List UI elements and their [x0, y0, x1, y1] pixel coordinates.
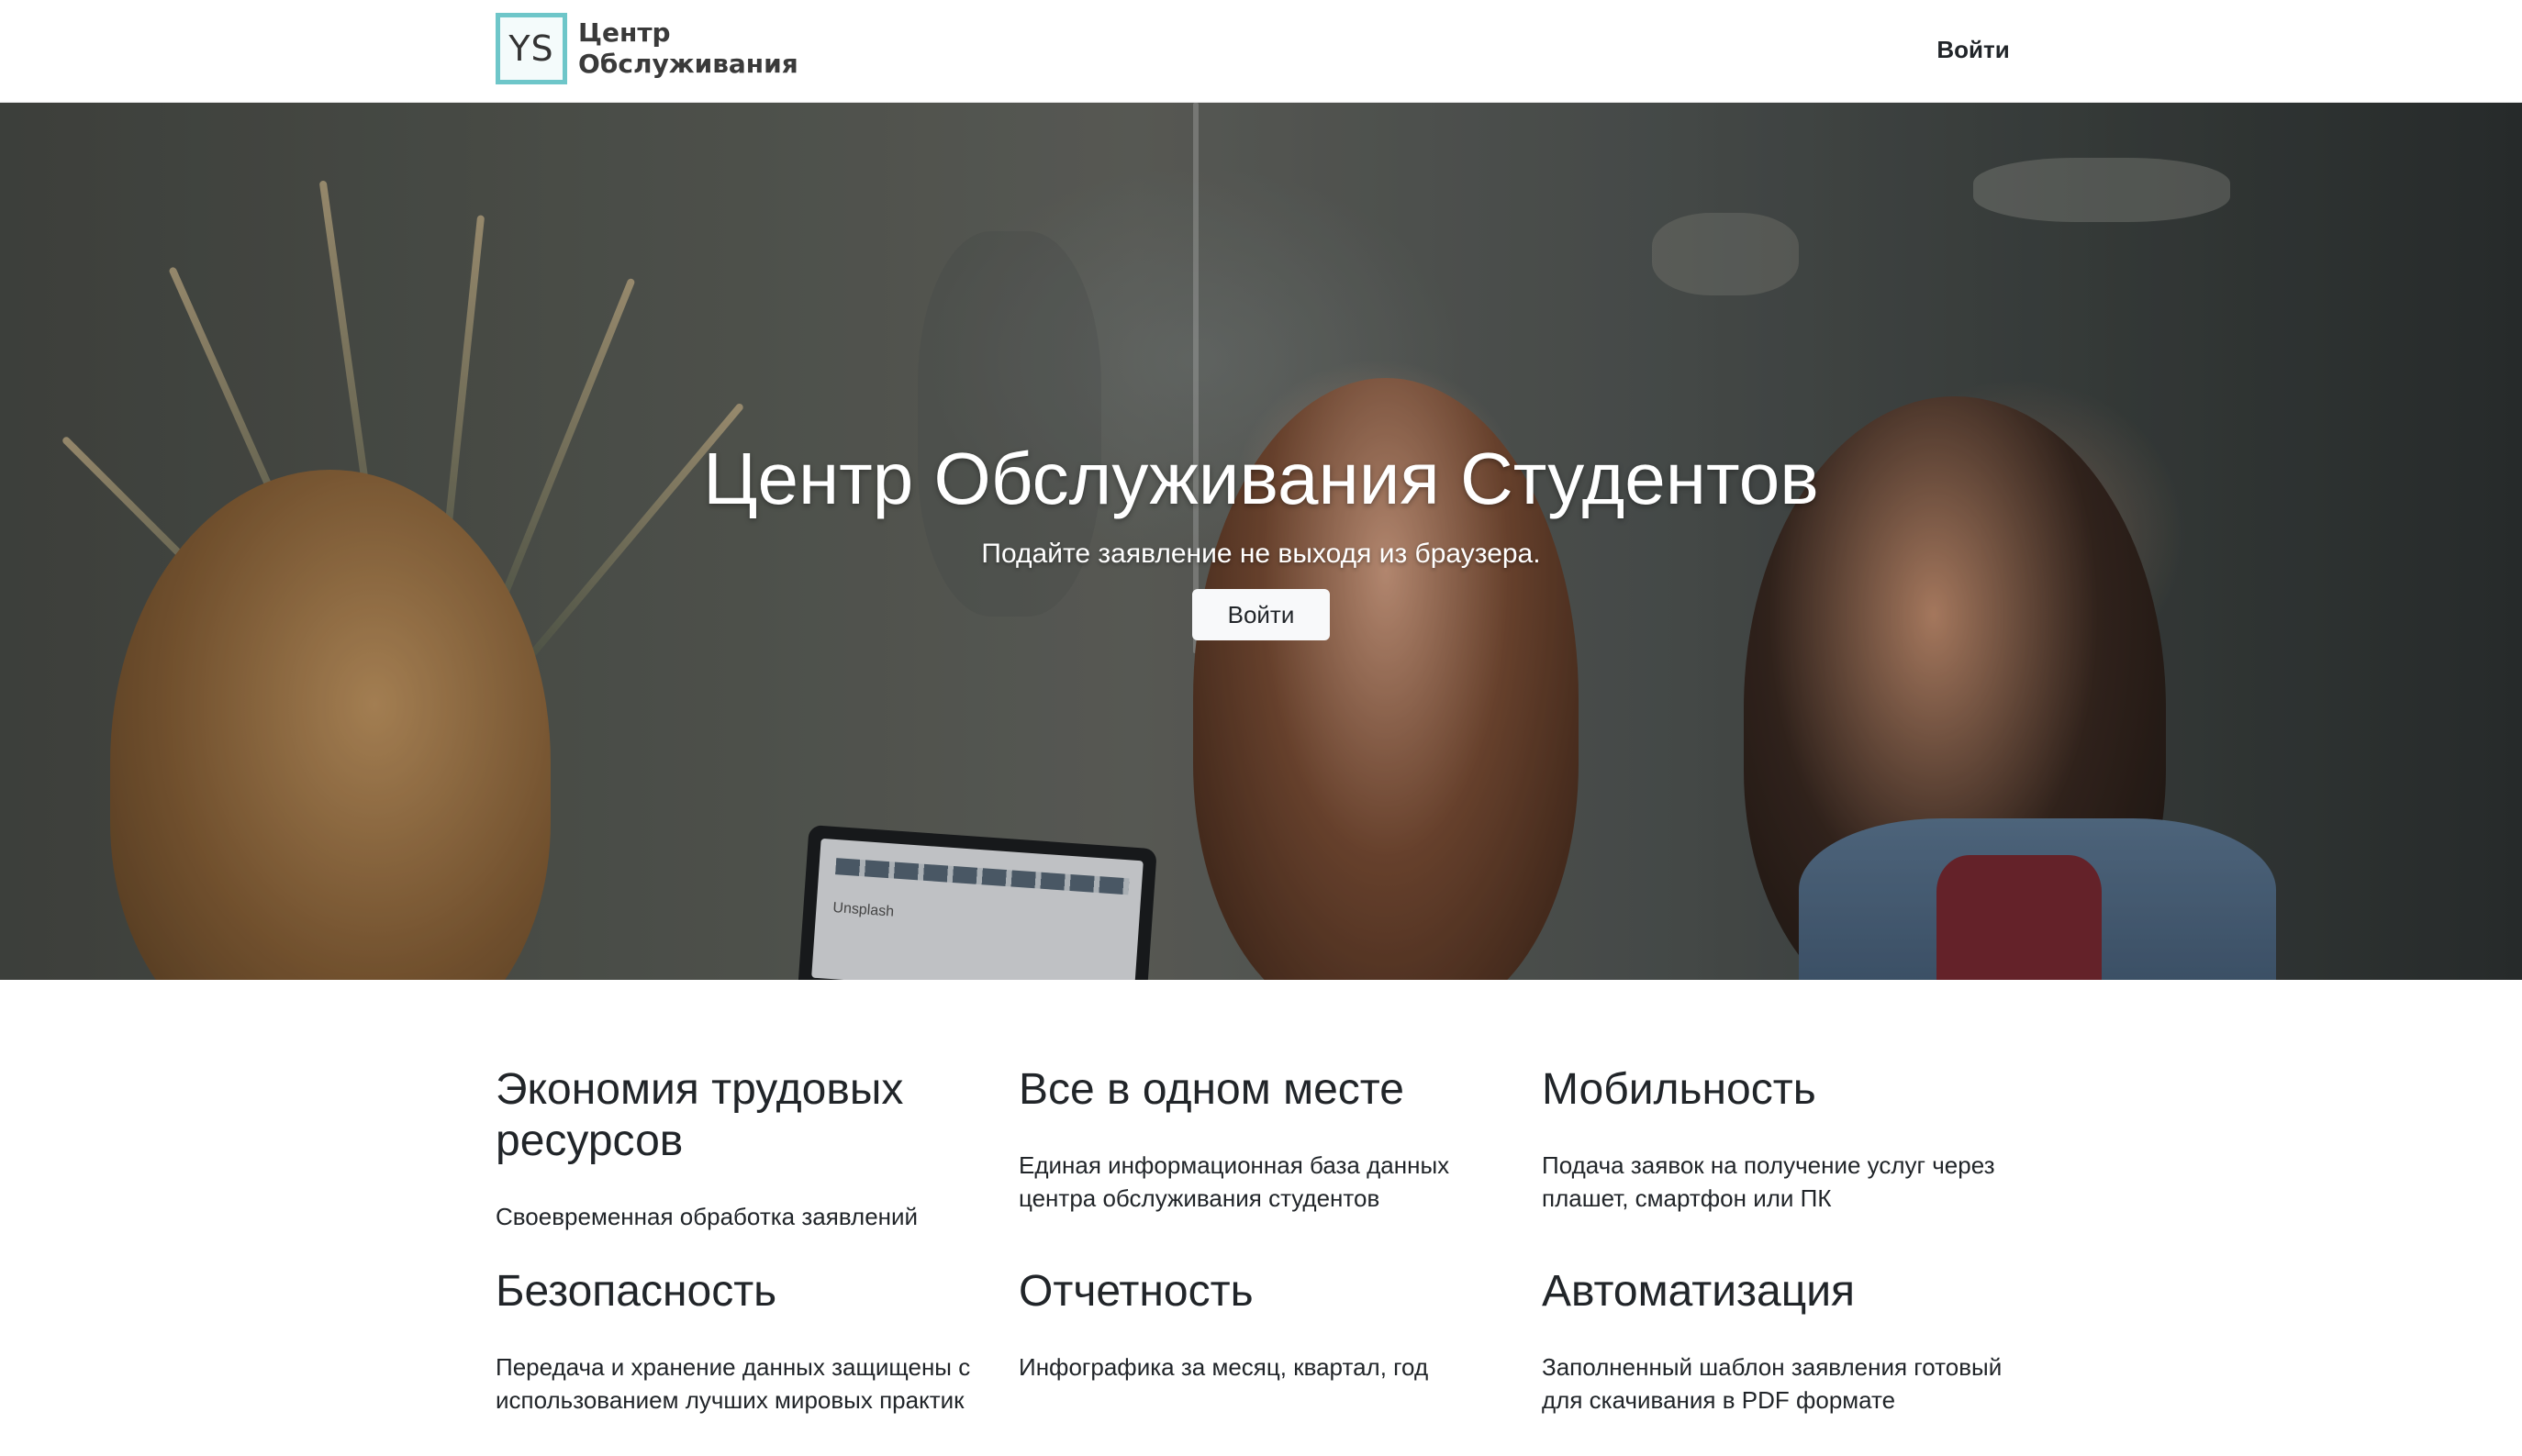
brand-name: Центр Обслуживания — [578, 17, 798, 80]
navbar: YS Центр Обслуживания Войти — [0, 0, 2522, 103]
feature-item: Мобильность Подача заявок на получение у… — [1542, 1064, 2056, 1266]
feature-text: Заполненный шаблон заявления готовый для… — [1542, 1353, 2003, 1414]
feature-title: Экономия трудовых ресурсов — [496, 1065, 904, 1165]
feature-item: Автоматизация Заполненный шаблон заявлен… — [1542, 1266, 2056, 1450]
brand-line-1: Центр — [578, 17, 671, 48]
feature-text: Подача заявок на получение услуг через п… — [1542, 1151, 1995, 1212]
brand-line-2: Обслуживания — [578, 49, 798, 79]
hero-login-button[interactable]: Войти — [1192, 589, 1330, 640]
hero-title: Центр Обслуживания Студентов — [703, 438, 1819, 519]
hero-subtitle: Подайте заявление не выходя из браузера. — [981, 539, 1541, 569]
logo: YS — [496, 13, 567, 84]
feature-item: Отчетность Инфографика за месяц, квартал… — [1019, 1266, 1542, 1450]
feature-item: Экономия трудовых ресурсов Своевременная… — [496, 1064, 1019, 1266]
feature-title: Безопасность — [496, 1267, 777, 1316]
feature-title: Мобильность — [1542, 1065, 1816, 1114]
feature-title: Все в одном месте — [1019, 1065, 1404, 1114]
feature-title: Автоматизация — [1542, 1267, 1856, 1316]
hero-section: Unsplash Центр Обслуживания Студентов По… — [0, 103, 2522, 980]
feature-text: Единая информационная база данных центра… — [1019, 1151, 1450, 1212]
feature-title: Отчетность — [1019, 1267, 1254, 1316]
features-grid: Экономия трудовых ресурсов Своевременная… — [496, 1064, 2056, 1450]
feature-item: Все в одном месте Единая информационная … — [1019, 1064, 1542, 1266]
logo-initials: YS — [508, 28, 554, 69]
feature-text: Своевременная обработка заявлений — [496, 1203, 919, 1230]
feature-text: Инфографика за месяц, квартал, год — [1019, 1353, 1429, 1381]
feature-item: Безопасность Передача и хранение данных … — [496, 1266, 1019, 1450]
hero-content: Центр Обслуживания Студентов Подайте зая… — [0, 433, 2522, 640]
feature-text: Передача и хранение данных защищены с ис… — [496, 1353, 971, 1414]
nav-login-link[interactable]: Войти — [1927, 31, 2019, 68]
brand-link[interactable]: YS Центр Обслуживания — [496, 13, 798, 84]
